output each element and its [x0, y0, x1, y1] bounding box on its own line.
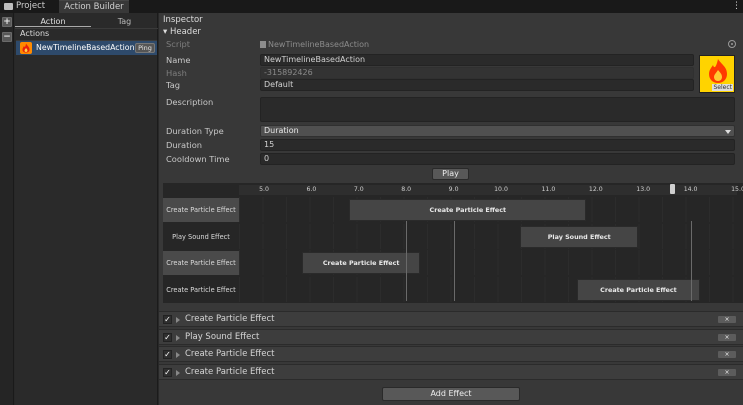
timeline-tick-label: 14.0 [683, 186, 698, 193]
timeline-tick-label: 8.0 [401, 186, 412, 193]
timeline-marker-line [453, 221, 455, 301]
tab-tag[interactable]: Tag [91, 16, 158, 27]
add-action-button[interactable]: + [2, 17, 12, 27]
remove-effect-button[interactable]: × [718, 369, 736, 377]
flame-icon [709, 59, 727, 83]
caret-right-icon [176, 352, 180, 359]
timeline-tick-label: 15.0 [731, 186, 743, 193]
caret-right-icon [176, 334, 180, 341]
timeline-tick-label: 11.0 [541, 186, 556, 193]
hash-label: Hash [166, 68, 187, 78]
effect-enabled-checkbox[interactable]: ✓ [163, 315, 172, 324]
duration-type-dropdown[interactable]: Duration [260, 125, 735, 137]
timeline-tick-label: 12.0 [588, 186, 603, 193]
actions-panel: Action Tag Actions NewTimelineBasedActio… [15, 13, 158, 405]
effect-label: Create Particle Effect [185, 349, 275, 360]
icon-select-label: Select [712, 84, 733, 91]
duration-field[interactable]: 15 [260, 139, 735, 151]
description-label: Description [166, 97, 214, 107]
timeline-tick-label: 5.0 [259, 186, 269, 193]
timeline-tick-label: 10.0 [494, 186, 508, 193]
header-foldout-label: Header [169, 27, 201, 37]
ping-button[interactable]: Ping [135, 43, 155, 53]
remove-effect-button[interactable]: × [718, 316, 736, 323]
script-label: Script [166, 39, 191, 49]
action-icon-picker[interactable]: Select [699, 55, 735, 93]
timeline-tick-label: 9.0 [448, 186, 459, 193]
effect-foldout[interactable]: ✓ Create Particle Effect × [159, 311, 743, 327]
play-button[interactable]: Play [432, 168, 469, 180]
tab-action-builder-label: Action Builder [64, 2, 124, 12]
object-picker-icon[interactable] [728, 40, 736, 48]
hash-field: -315892426 [260, 67, 694, 79]
tab-project-label: Project [16, 1, 46, 11]
timeline-editor[interactable]: 5.0 6.0 7.0 8.0 9.0 10.0 11.0 12.0 13.0 14.0 15.0 … [163, 183, 743, 303]
inspector-title: Inspector [163, 15, 203, 25]
cooldown-field[interactable]: 0 [260, 153, 735, 165]
effect-foldout[interactable]: ✓ Create Particle Effect × [159, 364, 743, 381]
timeline-clip[interactable]: Create Particle Effect [576, 278, 701, 301]
track-label[interactable]: Create Particle Effect [163, 251, 239, 275]
timeline-track[interactable] [239, 223, 737, 249]
caret-right-icon [176, 317, 180, 323]
action-item-label: NewTimelineBasedAction [36, 43, 135, 52]
effect-foldout[interactable]: ✓ Create Particle Effect × [159, 346, 743, 363]
description-field[interactable] [260, 97, 735, 122]
effect-label: Create Particle Effect [185, 367, 275, 378]
folder-icon [4, 3, 13, 10]
script-value: NewTimelineBasedAction [268, 40, 370, 49]
actions-list: NewTimelineBasedAction Ping [16, 40, 157, 400]
tag-field[interactable]: Default [260, 79, 694, 91]
name-field[interactable]: NewTimelineBasedAction [260, 54, 694, 66]
inspector-panel: Inspector ▾ Header Script NewTimelineBas… [159, 13, 743, 405]
duration-type-value: Duration [264, 126, 299, 135]
effect-label: Create Particle Effect [185, 314, 275, 324]
track-label[interactable]: Create Particle Effect [163, 277, 239, 302]
tab-project[interactable]: Project [0, 0, 56, 13]
more-menu-icon[interactable]: ⋮ [732, 0, 741, 13]
timeline-marker-line [690, 221, 692, 301]
effect-label: Play Sound Effect [185, 331, 260, 342]
effect-enabled-checkbox[interactable]: ✓ [163, 350, 172, 360]
timeline-marker-line [406, 221, 408, 301]
header-foldout[interactable]: ▾ Header [163, 27, 201, 37]
effect-enabled-checkbox[interactable]: ✓ [163, 332, 172, 342]
cooldown-label: Cooldown Time [166, 154, 230, 164]
remove-action-button[interactable]: − [2, 32, 12, 42]
script-file-icon [260, 41, 266, 48]
actions-header: Actions [20, 29, 50, 38]
chevron-down-icon [725, 130, 731, 134]
remove-effect-button[interactable]: × [718, 333, 736, 341]
effect-foldout[interactable]: ✓ Play Sound Effect × [159, 328, 743, 345]
tab-action[interactable]: Action [15, 16, 91, 27]
remove-effect-button[interactable]: × [718, 351, 736, 359]
timeline-clip[interactable]: Create Particle Effect [349, 199, 587, 221]
track-label[interactable]: Create Particle Effect [163, 198, 239, 222]
timeline-tick-label: 6.0 [306, 186, 317, 193]
list-item[interactable]: NewTimelineBasedAction Ping [16, 41, 157, 55]
caret-right-icon [176, 370, 180, 377]
timeline-tick-label: 13.0 [636, 186, 651, 193]
timeline-playhead[interactable] [669, 184, 675, 194]
script-field: NewTimelineBasedAction [260, 40, 369, 50]
left-toolbar: + − [0, 13, 14, 405]
duration-label: Duration [166, 140, 203, 150]
track-label[interactable]: Play Sound Effect [163, 224, 239, 249]
window-tabbar: Project Action Builder ⋮ [0, 0, 743, 13]
tab-action-builder[interactable]: Action Builder [59, 0, 129, 13]
timeline-clip[interactable]: Create Particle Effect [301, 252, 421, 274]
timeline-ruler[interactable]: 5.0 6.0 7.0 8.0 9.0 10.0 11.0 12.0 13.0 14.0 15.0 [239, 185, 743, 195]
flame-icon [20, 42, 32, 54]
tag-label: Tag [166, 80, 181, 90]
duration-type-label: Duration Type [166, 126, 224, 136]
name-label: Name [166, 55, 191, 65]
caret-down-icon: ▾ [163, 27, 170, 37]
timeline-tick-label: 7.0 [353, 186, 364, 193]
timeline-clip[interactable]: Play Sound Effect [519, 225, 639, 248]
add-effect-button[interactable]: Add Effect [382, 387, 520, 401]
effect-enabled-checkbox[interactable]: ✓ [163, 368, 172, 378]
